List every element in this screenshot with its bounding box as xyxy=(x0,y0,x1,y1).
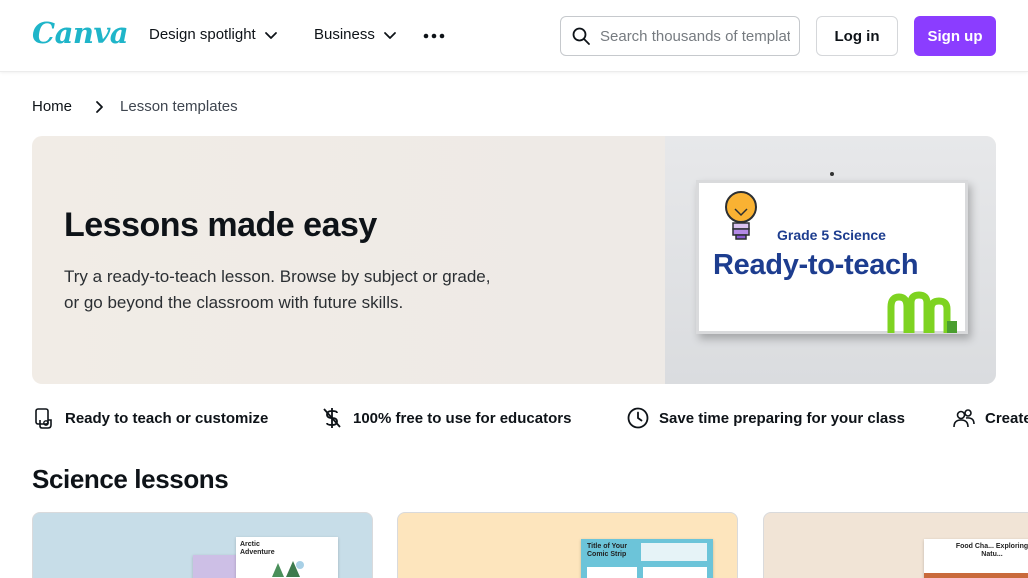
feature-create: Create xyxy=(952,406,1028,430)
feature-label: Create xyxy=(985,409,1028,427)
feature-label: Ready to teach or customize xyxy=(65,409,269,427)
card-preview-page: Food Cha... Exploring Natu... xyxy=(924,539,1028,578)
card-preview-panel xyxy=(587,567,637,578)
nav-design-spotlight[interactable]: Design spotlight xyxy=(149,26,278,43)
people-icon xyxy=(953,409,975,428)
board-pin-icon xyxy=(830,172,834,176)
hero-description: Try a ready-to-teach lesson. Browse by s… xyxy=(64,267,491,312)
chevron-down-icon xyxy=(264,31,277,39)
breadcrumb-home-link[interactable]: Home xyxy=(32,98,72,115)
hero-image: Grade 5 Science Ready-to-teach xyxy=(665,136,996,384)
card-preview-title: Title of Your Comic Strip xyxy=(587,543,628,558)
card-preview-page: Arctic Adventure xyxy=(236,537,338,578)
board-subtitle: Grade 5 Science xyxy=(777,227,886,243)
card-preview-title: Food Cha... Exploring Natu... xyxy=(955,543,1028,558)
board-title: Ready-to-teach xyxy=(713,249,919,281)
card-preview-panel xyxy=(643,567,707,578)
lightbulb-icon xyxy=(725,191,757,240)
lesson-card[interactable]: Food Cha... Exploring Natu... xyxy=(763,512,1028,578)
card-preview-band xyxy=(924,573,1028,578)
canva-logo[interactable]: Canva xyxy=(32,16,129,50)
chevron-right-icon xyxy=(96,100,103,113)
dollar-icon xyxy=(323,408,341,428)
lesson-cards-row: Arctic Adventure Title of Your Comic Str… xyxy=(32,512,1028,578)
search-input[interactable] xyxy=(600,27,790,45)
nav-business[interactable]: Business xyxy=(314,26,397,43)
card-preview-text-block xyxy=(641,543,707,561)
feature-ready-to-teach: Ready to teach or customize xyxy=(32,406,268,430)
signup-button[interactable]: Sign up xyxy=(914,16,996,56)
login-button[interactable]: Log in xyxy=(816,16,898,56)
clock-icon xyxy=(627,407,649,429)
breadcrumb-current: Lesson templates xyxy=(120,98,238,115)
features-row: Ready to teach or customize 100% free to… xyxy=(32,406,1028,432)
feature-label: 100% free to use for educators xyxy=(353,409,572,427)
hero-title: Lessons made easy xyxy=(64,206,377,244)
feature-free: 100% free to use for educators xyxy=(320,406,571,430)
chevron-down-icon xyxy=(383,31,396,39)
lesson-card[interactable]: Arctic Adventure xyxy=(32,512,373,578)
nav-design-spotlight-label: Design spotlight xyxy=(149,26,256,43)
tree-icon xyxy=(272,561,304,577)
feature-save-time: Save time preparing for your class xyxy=(626,406,905,430)
feature-label: Save time preparing for your class xyxy=(659,409,905,427)
card-preview-page: Title of Your Comic Strip xyxy=(581,539,713,578)
nav-business-label: Business xyxy=(314,26,375,43)
whiteboard-illustration: Grade 5 Science Ready-to-teach xyxy=(696,180,968,334)
hand-template-icon xyxy=(35,408,52,429)
section-title: Science lessons xyxy=(32,464,229,494)
search-icon xyxy=(572,27,590,45)
plant-icon xyxy=(887,291,957,333)
hero-banner: Lessons made easy Try a ready-to-teach l… xyxy=(32,136,996,384)
more-dots-icon xyxy=(423,33,445,39)
top-header: Canva Design spotlight Business Log in S… xyxy=(0,0,1028,72)
lesson-card[interactable]: Title of Your Comic Strip xyxy=(397,512,738,578)
breadcrumb: Home Lesson templates xyxy=(32,98,238,115)
search-box[interactable] xyxy=(560,16,800,56)
more-menu-button[interactable] xyxy=(422,24,446,48)
